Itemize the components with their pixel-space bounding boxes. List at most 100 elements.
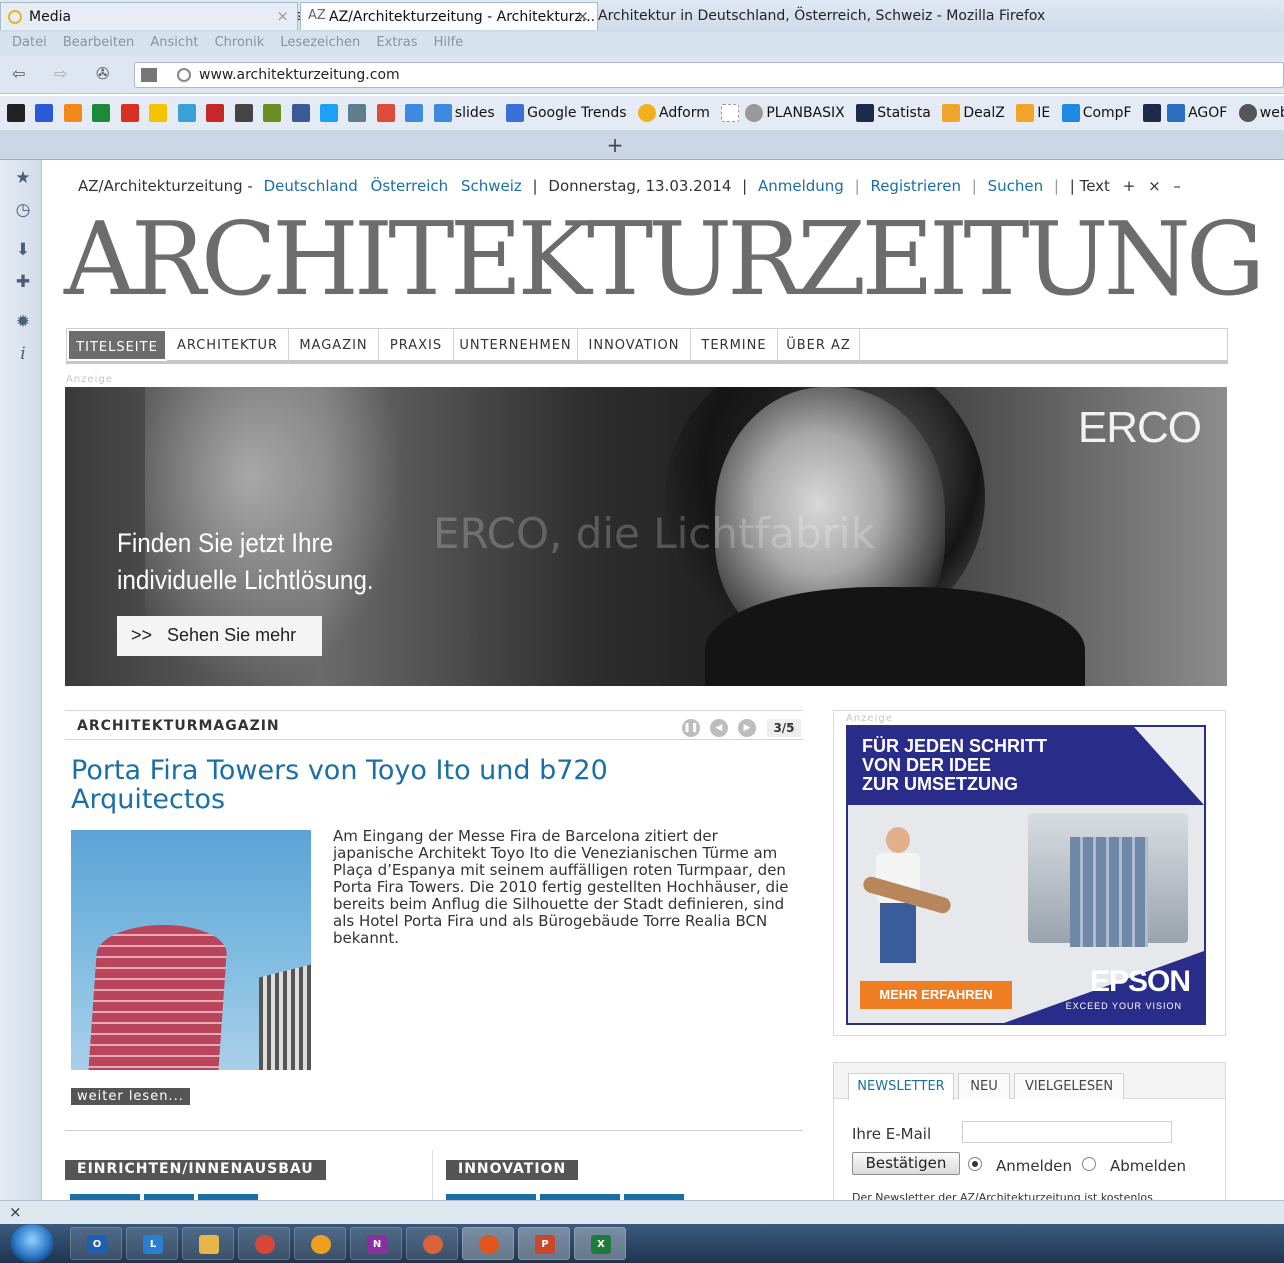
dropbox-small-icon[interactable] bbox=[405, 104, 424, 122]
bookmark-dealz[interactable]: DealZ bbox=[939, 104, 1005, 122]
ww-icon[interactable] bbox=[7, 104, 25, 122]
twitter-icon[interactable] bbox=[319, 104, 338, 122]
back-arrow-icon[interactable]: ⇦ bbox=[12, 64, 25, 83]
tab-neu[interactable]: NEU bbox=[958, 1073, 1010, 1099]
menu-hilfe[interactable]: Hilfe bbox=[434, 35, 464, 50]
c-icon bbox=[1061, 104, 1080, 122]
gear-icon bbox=[745, 104, 764, 122]
start-button[interactable] bbox=[10, 1224, 54, 1263]
taskbar-onenote[interactable]: N bbox=[350, 1227, 402, 1260]
taskbar-excel[interactable]: X bbox=[574, 1227, 626, 1260]
epson-ad[interactable]: FÜR JEDEN SCHRITT VON DER IDEE ZUR UMSET… bbox=[846, 725, 1206, 1025]
section-divider bbox=[65, 1130, 803, 1131]
new-tab-button[interactable]: + bbox=[602, 134, 628, 158]
tab-vielgelesen[interactable]: VIELGELESEN bbox=[1014, 1073, 1124, 1099]
site-logo[interactable]: ARCHITEKTURZEITUNG bbox=[64, 203, 1265, 315]
radio-abmelden[interactable] bbox=[1082, 1157, 1096, 1171]
menu-chronik[interactable]: Chronik bbox=[215, 35, 265, 50]
h-icon[interactable] bbox=[35, 104, 54, 122]
k-icon[interactable] bbox=[149, 104, 168, 122]
weiter-lesen-button[interactable]: weiter lesen... bbox=[71, 1088, 190, 1105]
menu-lesezeichen[interactable]: Lesezeichen bbox=[280, 35, 360, 50]
menu-bearbeiten[interactable]: Bearbeiten bbox=[63, 35, 134, 50]
category-einrichten[interactable]: EINRICHTEN/INNENAUSBAU bbox=[65, 1160, 326, 1180]
history-clock-icon[interactable]: ◷ bbox=[13, 200, 33, 220]
taskbar-app[interactable] bbox=[294, 1227, 346, 1260]
addons-puzzle-icon[interactable]: ✚ bbox=[13, 272, 33, 292]
link-suchen[interactable]: Suchen bbox=[988, 177, 1044, 195]
info-icon[interactable]: i bbox=[13, 344, 33, 364]
tab-architekturzeitung[interactable]: AZ AZ/Architekturzeitung - Architekturz.… bbox=[300, 2, 598, 30]
menu-datei[interactable]: Datei bbox=[12, 35, 47, 50]
taskbar-powerpoint[interactable]: P bbox=[518, 1227, 570, 1260]
folder-icon[interactable] bbox=[263, 104, 282, 122]
taskbar-explorer[interactable] bbox=[182, 1227, 234, 1260]
link-deutschland[interactable]: Deutschland bbox=[264, 177, 358, 195]
article-image[interactable] bbox=[71, 830, 311, 1070]
text-size-increase[interactable]: + bbox=[1123, 177, 1136, 195]
x-icon[interactable] bbox=[177, 104, 196, 122]
tab-media[interactable]: Media × bbox=[0, 2, 298, 30]
bookmark-ie[interactable]: IE bbox=[1013, 104, 1050, 122]
sehen-sie-mehr-button[interactable]: >> Sehen Sie mehr bbox=[117, 616, 322, 656]
bookmarks-star-icon[interactable]: ★ bbox=[13, 168, 33, 188]
barcode-icon[interactable] bbox=[206, 104, 225, 122]
next-icon[interactable]: ▶ bbox=[737, 718, 756, 737]
close-icon[interactable]: × bbox=[276, 7, 289, 25]
nav-magazin[interactable]: MAGAZIN bbox=[289, 329, 379, 361]
facebook-icon[interactable] bbox=[291, 104, 310, 122]
bookmark-google-trends[interactable]: Google Trends bbox=[503, 104, 627, 122]
tab-newsletter[interactable]: NEWSLETTER bbox=[848, 1073, 954, 1100]
d-icon[interactable] bbox=[92, 104, 111, 122]
erco-banner-ad[interactable]: ERCO, die Lichtfabrik ERCO Finden Sie je… bbox=[65, 387, 1227, 686]
m-icon[interactable] bbox=[120, 104, 139, 122]
google-plus-icon[interactable] bbox=[376, 104, 395, 122]
forward-arrow-icon[interactable]: ⇨ bbox=[54, 64, 67, 83]
download-arrow-icon[interactable]: ⬇ bbox=[13, 240, 33, 260]
article-title[interactable]: Porta Fira Towers von Toyo Ito und b720 … bbox=[71, 756, 731, 814]
bookmark-slides[interactable]: slides bbox=[431, 104, 495, 122]
sync-icon[interactable]: ✇ bbox=[96, 64, 109, 83]
close-icon[interactable]: × bbox=[9, 1203, 22, 1221]
bookmark-websitelooker[interactable]: websitelooker bbox=[1236, 104, 1284, 122]
link-registrieren[interactable]: Registrieren bbox=[870, 177, 961, 195]
nav-titelseite[interactable]: TITELSEITE bbox=[67, 329, 167, 361]
link-anmeldung[interactable]: Anmeldung bbox=[758, 177, 844, 195]
bookmark-agof[interactable]: AGOF bbox=[1140, 104, 1227, 122]
taskbar-firefox[interactable] bbox=[462, 1227, 514, 1260]
bookmark-compf[interactable]: CompF bbox=[1059, 104, 1132, 122]
bookmark-adform[interactable]: Adform bbox=[635, 104, 710, 122]
nav-praxis[interactable]: PRAXIS bbox=[379, 329, 454, 361]
page-icon[interactable] bbox=[348, 104, 367, 122]
identity-box-icon[interactable] bbox=[141, 68, 157, 82]
mehr-erfahren-button[interactable]: MEHR ERFAHREN bbox=[860, 981, 1012, 1009]
bestaetigen-button[interactable]: Bestätigen bbox=[852, 1152, 960, 1175]
nav-unternehmen[interactable]: UNTERNEHMEN bbox=[454, 329, 578, 361]
nav-ueber-az[interactable]: ÜBER AZ bbox=[778, 329, 860, 361]
settings-gear-icon[interactable]: ✹ bbox=[13, 312, 33, 332]
nav-termine[interactable]: TERMINE bbox=[691, 329, 778, 361]
bookmark-planbasix[interactable]: PLANBASIX bbox=[718, 104, 845, 122]
link-oesterreich[interactable]: Österreich bbox=[371, 177, 449, 195]
text-size-decrease[interactable]: – bbox=[1173, 177, 1181, 195]
email-field[interactable] bbox=[962, 1121, 1172, 1143]
bookmark-statista[interactable]: Statista bbox=[853, 104, 931, 122]
link-schweiz[interactable]: Schweiz bbox=[461, 177, 522, 195]
nav-innovation[interactable]: INNOVATION bbox=[578, 329, 691, 361]
url-bar[interactable]: www.architekturzeitung.com bbox=[134, 62, 1284, 88]
taskbar-paint[interactable] bbox=[406, 1227, 458, 1260]
menu-ansicht[interactable]: Ansicht bbox=[150, 35, 198, 50]
taskbar-lync[interactable]: L bbox=[126, 1227, 178, 1260]
nav-architektur[interactable]: ARCHITEKTUR bbox=[167, 329, 289, 361]
text-size-reset[interactable]: × bbox=[1148, 177, 1161, 195]
puzzle-icon[interactable] bbox=[63, 104, 82, 122]
taskbar-outlook[interactable]: O bbox=[70, 1227, 122, 1260]
previous-icon[interactable]: ◀ bbox=[709, 718, 728, 737]
radio-anmelden[interactable] bbox=[968, 1157, 982, 1171]
pause-icon[interactable]: ❚❚ bbox=[681, 718, 700, 737]
taskbar-chrome[interactable] bbox=[238, 1227, 290, 1260]
gmx-icon[interactable] bbox=[234, 104, 253, 122]
menu-extras[interactable]: Extras bbox=[376, 35, 417, 50]
close-icon[interactable]: × bbox=[576, 7, 589, 25]
category-innovation[interactable]: INNOVATION bbox=[446, 1160, 579, 1180]
